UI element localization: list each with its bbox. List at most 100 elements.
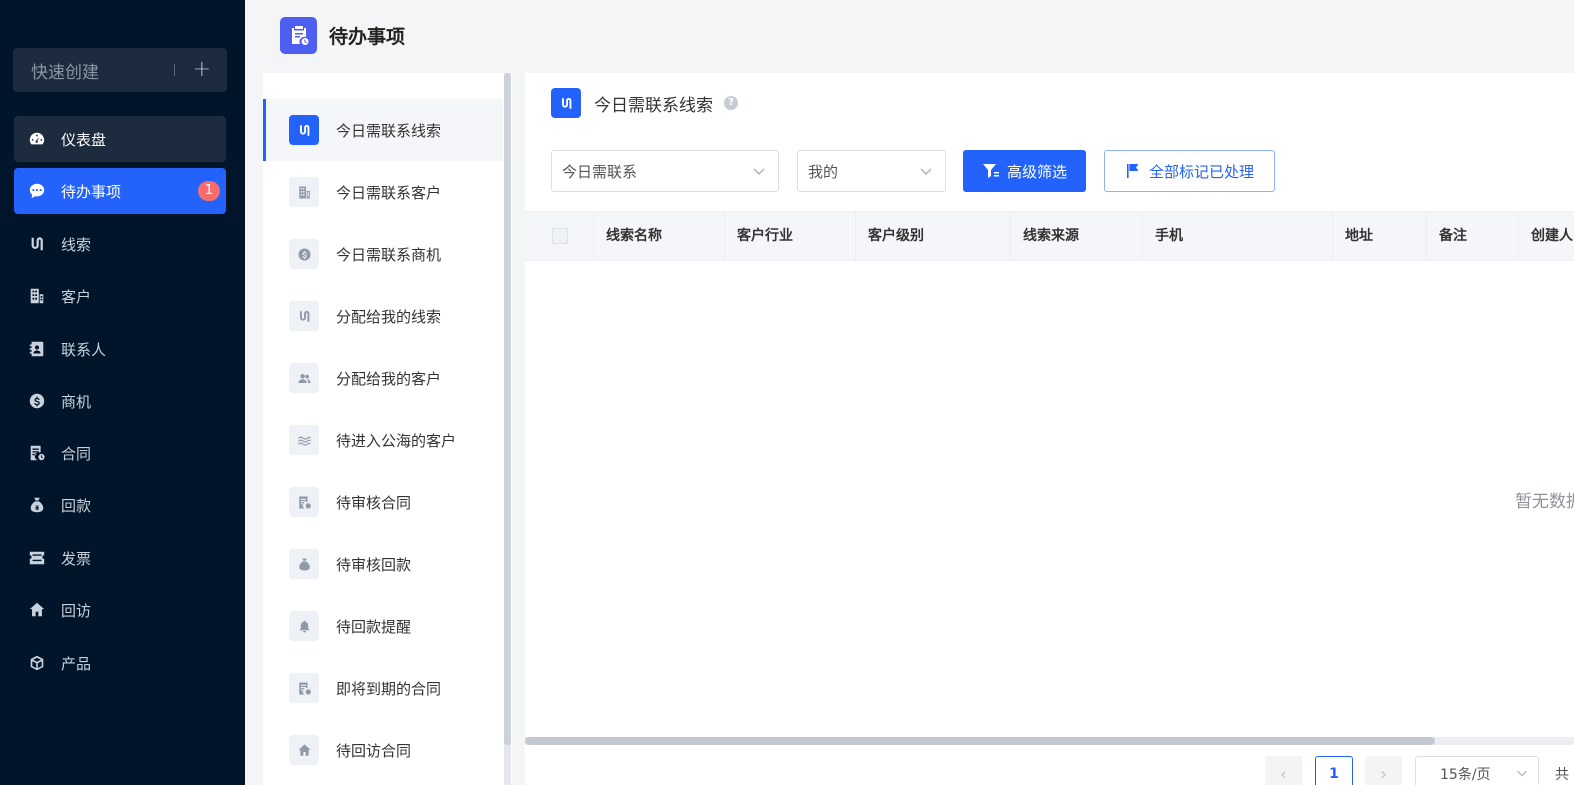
submenu-item-label: 即将到期的合同 (336, 679, 442, 698)
help-icon[interactable]: ? (724, 96, 738, 110)
submenu-item-expiring-contracts[interactable]: 即将到期的合同 (263, 657, 503, 719)
submenu-scrollbar-thumb[interactable] (504, 73, 511, 745)
submenu-item-label: 待审核回款 (336, 555, 412, 574)
page-title: 待办事项 (329, 25, 406, 48)
main-panel: 今日需联系线索 ? 今日需联系 我的 高级筛选 全部标记已处理 线索名称 客户行… (525, 73, 1574, 785)
sidebar-item-visits[interactable]: 回访 (14, 587, 226, 633)
contract-icon (289, 673, 319, 703)
total-count: 共 0 条 (1555, 767, 1574, 783)
sidebar-item-contracts[interactable]: 合同 (14, 430, 226, 476)
plus-icon[interactable]: + (193, 59, 211, 81)
filter-icon (982, 164, 999, 178)
sidebar-item-label: 线索 (61, 235, 92, 254)
sidebar-item-leads[interactable]: 线索 (14, 221, 226, 267)
submenu-item-assigned-leads[interactable]: 分配给我的线索 (263, 285, 503, 347)
sidebar-item-products[interactable]: 产品 (14, 640, 226, 686)
building-icon (289, 177, 319, 207)
money-bag-icon (289, 549, 319, 579)
table-scrollbar-thumb[interactable] (525, 737, 1435, 745)
prev-page-button[interactable]: ‹ (1265, 756, 1302, 785)
time-filter-value: 今日需联系 (562, 162, 638, 181)
chevron-down-icon (752, 164, 765, 176)
sidebar-item-todo[interactable]: 待办事项 1 (14, 168, 226, 214)
page-size-select[interactable]: 15条/页 (1415, 756, 1539, 785)
submenu-item-label: 分配给我的客户 (336, 369, 442, 388)
sidebar-item-label: 仪表盘 (61, 130, 107, 149)
submenu-item-assigned-customers[interactable]: 分配给我的客户 (263, 347, 503, 409)
submenu-item-label: 今日需联系客户 (336, 183, 442, 202)
box-icon (27, 653, 47, 673)
table-header: 线索名称 客户行业 客户级别 线索来源 手机 地址 备注 创建人 (525, 211, 1574, 261)
todo-count-badge: 1 (198, 181, 220, 201)
todo-clipboard-icon (280, 16, 317, 54)
page-header: 待办事项 (280, 16, 406, 54)
advanced-filter-button[interactable]: 高级筛选 (963, 150, 1086, 192)
select-all-checkbox[interactable] (552, 228, 568, 244)
submenu-item-pending-contracts[interactable]: 待审核合同 (263, 471, 503, 533)
empty-state-text: 暂无数据 (1515, 492, 1574, 512)
column-header-remark[interactable]: 备注 (1427, 212, 1519, 260)
quick-create-button[interactable]: 快速创建 + (13, 48, 227, 92)
sidebar-item-label: 发票 (61, 549, 92, 568)
home-icon (27, 600, 47, 620)
column-header-mobile[interactable]: 手机 (1143, 212, 1333, 260)
advanced-filter-label: 高级筛选 (1006, 162, 1067, 181)
quick-create-label: 快速创建 (31, 62, 99, 83)
column-header-lead-name[interactable]: 线索名称 (594, 212, 725, 260)
submenu-item-today-customers[interactable]: 今日需联系客户 (263, 161, 503, 223)
dashboard-icon (27, 129, 47, 149)
sidebar-item-invoices[interactable]: 发票 (14, 535, 226, 581)
sidebar-item-label: 合同 (61, 444, 92, 463)
submenu-item-pending-receivables[interactable]: 待审核回款 (263, 533, 503, 595)
submenu-item-label: 待审核合同 (336, 493, 412, 512)
contacts-icon (27, 339, 47, 359)
sidebar-item-label: 回访 (61, 601, 92, 620)
sidebar-item-receivables[interactable]: 回款 (14, 482, 226, 528)
sidebar-item-label: 客户 (61, 287, 92, 306)
sidebar-item-opportunities[interactable]: 商机 (14, 378, 226, 424)
time-filter-select[interactable]: 今日需联系 (551, 150, 779, 192)
submenu-item-today-leads[interactable]: 今日需联系线索 (263, 99, 503, 161)
panel-title: 今日需联系线索 (594, 95, 713, 116)
submenu-item-label: 待回款提醒 (336, 617, 412, 636)
column-header-industry[interactable]: 客户行业 (725, 212, 856, 260)
page-size-value: 15条/页 (1440, 767, 1491, 783)
contract-icon (289, 487, 319, 517)
contract-icon (27, 443, 47, 463)
next-page-button[interactable]: › (1365, 756, 1402, 785)
submenu-item-label: 分配给我的线索 (336, 307, 442, 326)
leads-icon (289, 115, 319, 145)
column-header-level[interactable]: 客户级别 (856, 212, 1011, 260)
table-horizontal-scrollbar[interactable] (525, 737, 1574, 745)
leads-icon (289, 301, 319, 331)
sidebar-item-label: 待办事项 (61, 182, 122, 201)
panel-heading: 今日需联系线索 ? (551, 88, 738, 118)
submenu-item-pool-customers[interactable]: 待进入公海的客户 (263, 409, 503, 471)
dollar-icon (27, 391, 47, 411)
quick-create-divider (173, 64, 175, 76)
submenu-item-label: 待进入公海的客户 (336, 431, 457, 450)
chevron-down-icon (1516, 767, 1528, 783)
sidebar-item-label: 回款 (61, 496, 92, 515)
submenu-scrollbar[interactable] (504, 73, 511, 785)
leads-icon (27, 234, 47, 254)
submenu-item-today-opportunities[interactable]: 今日需联系商机 (263, 223, 503, 285)
mark-all-processed-button[interactable]: 全部标记已处理 (1104, 150, 1275, 192)
submenu-item-visit-contracts[interactable]: 待回访合同 (263, 719, 503, 781)
sidebar-item-customers[interactable]: 客户 (14, 273, 226, 319)
page-number-current[interactable]: 1 (1315, 756, 1353, 785)
flag-icon (1126, 164, 1139, 178)
home-icon (289, 735, 319, 765)
users-icon (289, 363, 319, 393)
sidebar-item-dashboard[interactable]: 仪表盘 (14, 116, 226, 162)
waves-icon (289, 425, 319, 455)
column-header-source[interactable]: 线索来源 (1011, 212, 1143, 260)
sidebar: 快速创建 + 仪表盘 待办事项 1 线索 客户 联系人 商机 合同 回款 发票 … (0, 0, 245, 785)
sidebar-item-label: 联系人 (61, 340, 107, 359)
column-header-address[interactable]: 地址 (1333, 212, 1427, 260)
bell-icon (289, 611, 319, 641)
submenu-item-payment-reminders[interactable]: 待回款提醒 (263, 595, 503, 657)
sidebar-item-contacts[interactable]: 联系人 (14, 326, 226, 372)
scope-filter-select[interactable]: 我的 (797, 150, 946, 192)
column-header-creator[interactable]: 创建人 (1519, 212, 1574, 260)
